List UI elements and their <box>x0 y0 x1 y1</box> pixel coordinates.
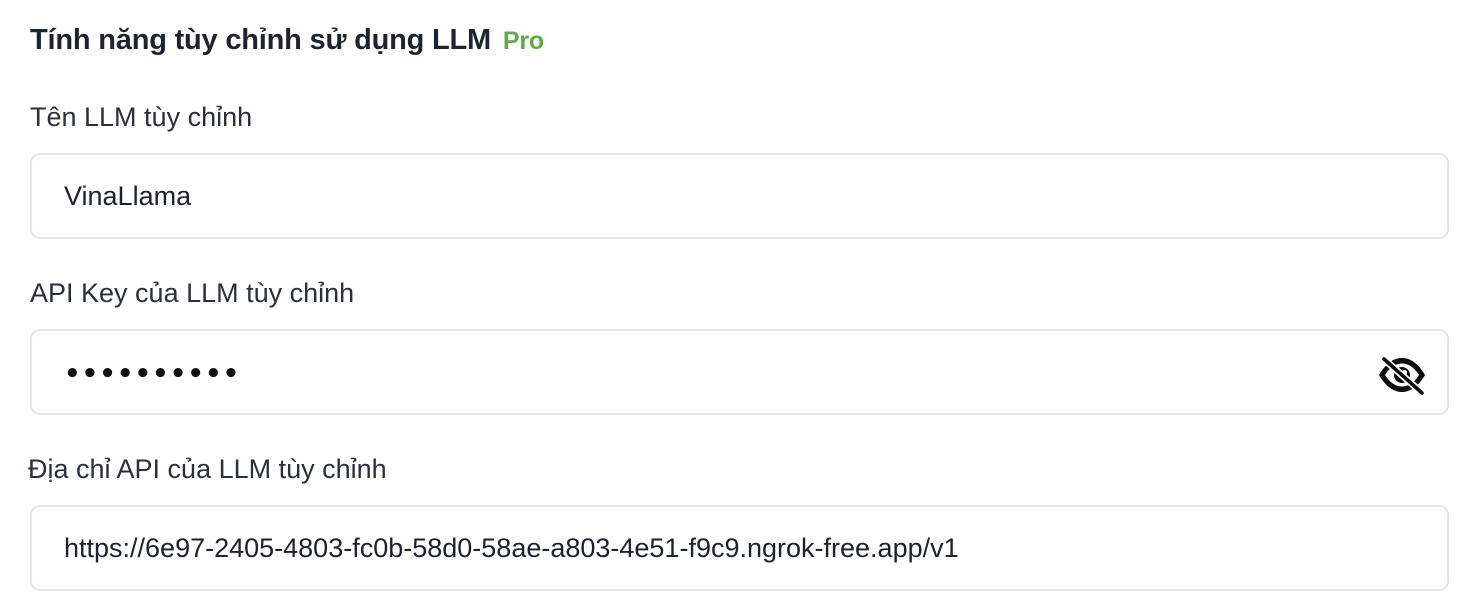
llm-name-input[interactable]: VinaLlama <box>30 153 1449 239</box>
llm-name-value[interactable]: VinaLlama <box>64 155 191 237</box>
api-key-masked-value[interactable]: •••••••••• <box>64 331 240 413</box>
llm-name-label: Tên LLM tùy chỉnh <box>30 102 253 132</box>
api-url-value[interactable]: https://6e97-2405-4803-fc0b-58d0-58ae-a8… <box>64 507 959 589</box>
api-url-label: Địa chỉ API của LLM tùy chỉnh <box>28 454 387 484</box>
custom-llm-settings-panel: Tính năng tùy chỉnh sử dụng LLM Pro Tên … <box>0 0 1482 616</box>
section-title-text: Tính năng tùy chỉnh sử dụng LLM <box>30 24 492 56</box>
pro-badge: Pro <box>502 27 544 55</box>
api-key-input[interactable]: •••••••••• <box>30 329 1449 415</box>
api-key-label: API Key của LLM tùy chỉnh <box>30 278 355 308</box>
api-url-input[interactable]: https://6e97-2405-4803-fc0b-58d0-58ae-a8… <box>30 505 1449 591</box>
section-title: Tính năng tùy chỉnh sử dụng LLM Pro <box>30 24 544 57</box>
eye-slash-icon[interactable] <box>1377 355 1427 395</box>
